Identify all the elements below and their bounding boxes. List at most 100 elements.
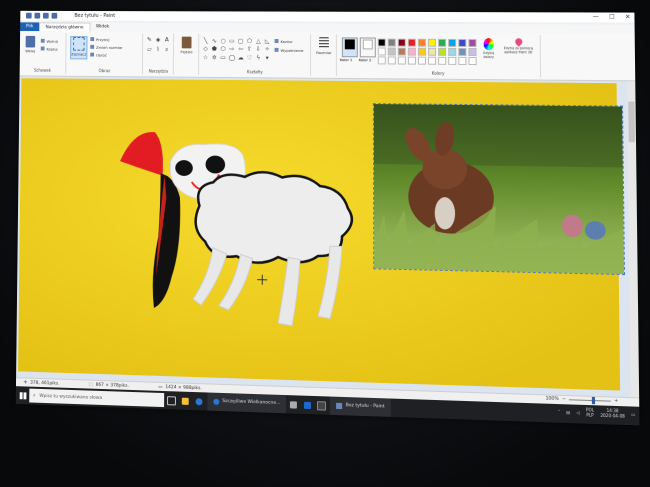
store-icon[interactable]	[286, 395, 300, 414]
pasted-photo-selection[interactable]	[373, 103, 625, 275]
pentagon-shape-icon[interactable]: ⬟	[211, 46, 218, 53]
rounded-rect-shape-icon[interactable]: ▢	[237, 38, 244, 45]
save-icon[interactable]	[34, 13, 40, 19]
media-icon[interactable]	[314, 396, 328, 415]
fill-dropdown[interactable]: Wypełnienie	[275, 47, 304, 53]
palette-swatch[interactable]	[398, 48, 406, 56]
rectangle-shape-icon[interactable]: ▭	[228, 38, 235, 45]
palette-swatch[interactable]	[418, 48, 426, 56]
zoom-in-icon[interactable]: +	[614, 399, 618, 404]
outline-dropdown[interactable]: Kontur	[275, 38, 293, 44]
fill-bucket-icon[interactable]: ◈	[155, 36, 162, 43]
palette-swatch[interactable]	[388, 39, 396, 47]
star5-shape-icon[interactable]: ☆	[202, 54, 209, 61]
palette-swatch[interactable]	[458, 39, 466, 47]
redo-icon[interactable]	[52, 13, 58, 19]
palette-swatch[interactable]	[418, 57, 426, 65]
mail-icon[interactable]	[300, 396, 314, 415]
brushes-button[interactable]: Pędzle	[179, 37, 195, 59]
right-triangle-shape-icon[interactable]: ◺	[264, 38, 271, 45]
paste-button[interactable]: Wklej	[23, 36, 38, 57]
network-icon[interactable]: ▤	[566, 409, 570, 414]
callout-oval-shape-icon[interactable]: ◯	[228, 54, 235, 61]
input-language[interactable]: POL PLP	[586, 407, 594, 418]
eraser-icon[interactable]: ▱	[146, 46, 153, 53]
select-button[interactable]: Zaznacz	[70, 36, 87, 59]
notifications-icon[interactable]: ▭	[631, 411, 635, 416]
palette-swatch[interactable]	[438, 48, 446, 56]
scrollbar-thumb[interactable]	[628, 102, 635, 143]
oval-shape-icon[interactable]: ○	[220, 38, 227, 45]
palette-swatch[interactable]	[468, 57, 476, 65]
more-shapes-icon[interactable]: ▾	[264, 54, 271, 61]
lightning-shape-icon[interactable]: ϟ	[255, 54, 262, 61]
palette-swatch[interactable]	[438, 39, 446, 47]
triangle-shape-icon[interactable]: △	[255, 38, 262, 45]
text-icon[interactable]: A	[163, 37, 170, 44]
crop-button[interactable]: Przytnij	[90, 36, 109, 42]
tab-view[interactable]: Widok	[90, 23, 115, 32]
palette-swatch[interactable]	[448, 57, 456, 65]
undo-icon[interactable]	[43, 13, 49, 19]
palette-swatch[interactable]	[448, 48, 456, 56]
zoom-slider-thumb[interactable]	[592, 397, 595, 404]
volume-icon[interactable]: ◁	[576, 409, 579, 414]
palette-swatch[interactable]	[398, 57, 406, 65]
zoom-out-icon[interactable]: −	[562, 397, 566, 402]
maximize-button[interactable]: ☐	[609, 14, 615, 21]
cloud-shape-icon[interactable]: ☁	[237, 54, 244, 61]
drawing-canvas[interactable]	[18, 78, 620, 390]
arrow-up-shape-icon[interactable]: ⇧	[246, 46, 253, 53]
palette-swatch[interactable]	[438, 57, 446, 65]
taskbar-search[interactable]: ⌕ Wpisz tu wyszukiwane słowa	[29, 389, 164, 408]
palette-swatch[interactable]	[428, 39, 436, 47]
palette-swatch[interactable]	[468, 48, 476, 56]
start-button[interactable]	[16, 386, 30, 404]
palette-swatch[interactable]	[408, 39, 416, 47]
palette-swatch[interactable]	[428, 48, 436, 56]
palette-swatch[interactable]	[388, 48, 396, 56]
palette-swatch[interactable]	[408, 48, 416, 56]
polygon-shape-icon[interactable]: ⬠	[246, 38, 253, 45]
vertical-scrollbar[interactable]	[627, 81, 639, 397]
taskbar-app-paint[interactable]: Bez tytułu - Paint	[331, 396, 391, 417]
size-button[interactable]: Rozmiar	[316, 37, 332, 59]
task-view-icon[interactable]	[164, 391, 178, 410]
palette-swatch[interactable]	[448, 39, 456, 47]
curve-shape-icon[interactable]: ∿	[211, 38, 218, 45]
zoom-slider[interactable]	[569, 399, 611, 401]
palette-swatch[interactable]	[378, 39, 386, 47]
copy-button[interactable]: Kopiuj	[41, 46, 58, 52]
palette-swatch[interactable]	[458, 48, 466, 56]
palette-swatch[interactable]	[378, 56, 386, 64]
line-shape-icon[interactable]: ╲	[202, 38, 209, 45]
file-explorer-icon[interactable]	[178, 392, 192, 411]
palette-swatch[interactable]	[378, 47, 386, 55]
resize-button[interactable]: Zmień rozmiar	[90, 44, 122, 50]
palette-swatch[interactable]	[458, 57, 466, 65]
star6-shape-icon[interactable]: ✡	[211, 54, 218, 61]
rotate-button[interactable]: Obróć	[90, 52, 107, 58]
arrow-right-shape-icon[interactable]: ⇨	[228, 46, 235, 53]
close-button[interactable]: ✕	[625, 14, 630, 21]
clock[interactable]: 14:38 2020-04-08	[600, 408, 625, 419]
heart-shape-icon[interactable]: ♡	[246, 54, 253, 61]
magnifier-icon[interactable]: ⌕	[163, 46, 170, 53]
tray-chevron-icon[interactable]: ˄	[558, 409, 560, 414]
hexagon-shape-icon[interactable]: ⬡	[220, 46, 227, 53]
minimize-button[interactable]: —	[593, 13, 599, 20]
palette-swatch[interactable]	[468, 39, 476, 47]
palette-swatch[interactable]	[428, 57, 436, 65]
pencil-icon[interactable]: ✎	[146, 36, 153, 43]
arrow-left-shape-icon[interactable]: ⇦	[237, 46, 244, 53]
star4-shape-icon[interactable]: ✧	[264, 46, 271, 53]
diamond-shape-icon[interactable]: ◇	[202, 46, 209, 53]
edge-icon[interactable]	[192, 392, 206, 411]
cut-button[interactable]: Wytnij	[41, 38, 58, 44]
color-picker-icon[interactable]: ⌇	[155, 46, 162, 53]
color2-button[interactable]	[360, 37, 376, 57]
callout-rect-shape-icon[interactable]: ▭	[220, 54, 227, 61]
tab-file[interactable]: Plik	[20, 22, 39, 31]
edit-colors-button[interactable]: Edytuj kolory	[478, 38, 498, 60]
color1-button[interactable]	[342, 37, 358, 57]
